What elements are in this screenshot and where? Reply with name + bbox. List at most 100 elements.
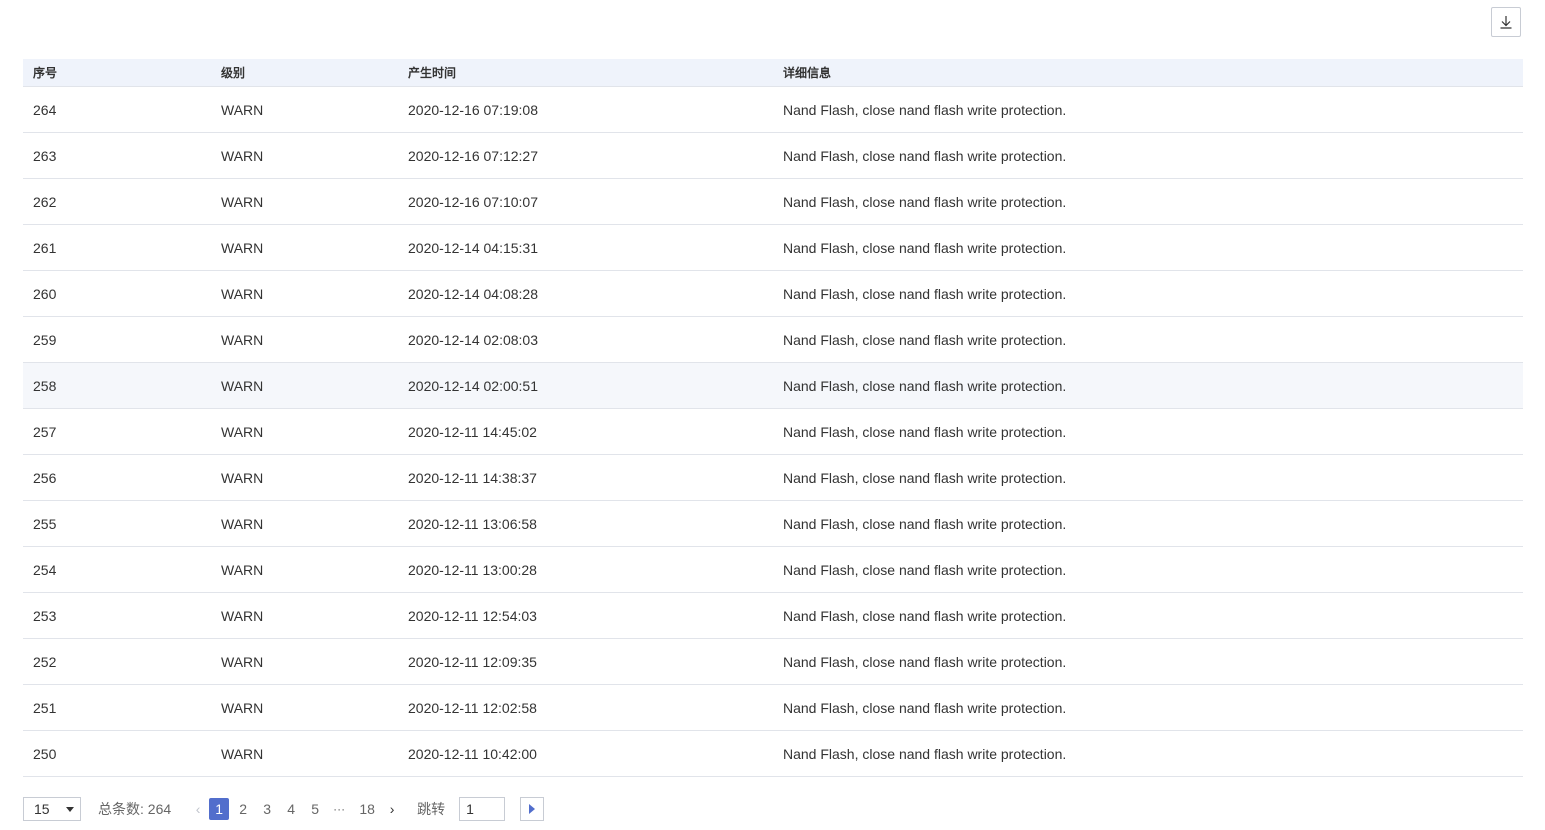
jump-go-button[interactable] [520, 797, 545, 821]
page-button-last[interactable]: 18 [357, 798, 377, 820]
page-button-2[interactable]: 2 [233, 798, 253, 820]
page-button-3[interactable]: 3 [257, 798, 277, 820]
page-button-5[interactable]: 5 [305, 798, 325, 820]
cell-detail: Nand Flash, close nand flash write prote… [773, 454, 1523, 501]
cell-detail: Nand Flash, close nand flash write prote… [773, 316, 1523, 363]
cell-index: 250 [23, 730, 211, 777]
cell-index: 260 [23, 270, 211, 317]
cell-level: WARN [211, 684, 398, 731]
table-row[interactable]: 254 WARN 2020-12-11 13:00:28 Nand Flash, cl… [23, 546, 1523, 593]
cell-time: 2020-12-11 14:45:02 [398, 408, 773, 455]
table-row[interactable]: 252 WARN 2020-12-11 12:09:35 Nand Flash, cl… [23, 638, 1523, 685]
total-count: 总条数: 264 [98, 801, 172, 817]
page-size-value: 15 [34, 801, 50, 817]
table-row[interactable]: 260 WARN 2020-12-14 04:08:28 Nand Flash, cl… [23, 270, 1523, 317]
cell-time: 2020-12-11 12:09:35 [398, 638, 773, 685]
cell-detail: Nand Flash, close nand flash write prote… [773, 132, 1523, 179]
page-ellipsis[interactable]: ··· [329, 802, 349, 816]
table-body: 264 WARN 2020-12-16 07:19:08 Nand Flash, cl… [23, 86, 1523, 777]
cell-index: 253 [23, 592, 211, 639]
cell-index: 257 [23, 408, 211, 455]
table-row[interactable]: 261 WARN 2020-12-14 04:15:31 Nand Flash, cl… [23, 224, 1523, 271]
cell-detail: Nand Flash, close nand flash write prote… [773, 592, 1523, 639]
cell-time: 2020-12-16 07:19:08 [398, 86, 773, 133]
chevron-right-icon[interactable]: › [385, 801, 399, 817]
cell-level: WARN [211, 270, 398, 317]
page-list: 12345 [209, 798, 329, 820]
alarm-log-table: 序号 级别 产生时间 详细信息 264 WARN 2020-12-16 07:19:… [23, 59, 1523, 777]
table-row[interactable]: 262 WARN 2020-12-16 07:10:07 Nand Flash, cl… [23, 178, 1523, 225]
cell-time: 2020-12-14 04:08:28 [398, 270, 773, 317]
table-row[interactable]: 257 WARN 2020-12-11 14:45:02 Nand Flash, cl… [23, 408, 1523, 455]
cell-detail: Nand Flash, close nand flash write prote… [773, 638, 1523, 685]
cell-time: 2020-12-11 10:42:00 [398, 730, 773, 777]
table-row[interactable]: 253 WARN 2020-12-11 12:54:03 Nand Flash, cl… [23, 592, 1523, 639]
cell-detail: Nand Flash, close nand flash write prote… [773, 546, 1523, 593]
cell-level: WARN [211, 362, 398, 409]
cell-index: 252 [23, 638, 211, 685]
cell-time: 2020-12-11 13:06:58 [398, 500, 773, 547]
cell-time: 2020-12-16 07:12:27 [398, 132, 773, 179]
alarm-log-table-container: 序号 级别 产生时间 详细信息 264 WARN 2020-12-16 07:19:… [23, 59, 1523, 777]
table-row[interactable]: 256 WARN 2020-12-11 14:38:37 Nand Flash, cl… [23, 454, 1523, 501]
cell-time: 2020-12-14 02:00:51 [398, 362, 773, 409]
cell-index: 263 [23, 132, 211, 179]
download-icon [1500, 16, 1512, 29]
cell-detail: Nand Flash, close nand flash write prote… [773, 224, 1523, 271]
page-button-4[interactable]: 4 [281, 798, 301, 820]
cell-time: 2020-12-11 14:38:37 [398, 454, 773, 501]
cell-detail: Nand Flash, close nand flash write prote… [773, 500, 1523, 547]
column-header-level[interactable]: 级别 [211, 59, 398, 87]
page-button-1[interactable]: 1 [209, 798, 230, 820]
chevron-left-icon[interactable]: ‹ [191, 801, 205, 817]
cell-level: WARN [211, 638, 398, 685]
cell-time: 2020-12-11 12:54:03 [398, 592, 773, 639]
cell-detail: Nand Flash, close nand flash write prote… [773, 86, 1523, 133]
chevron-down-icon [66, 806, 74, 812]
cell-level: WARN [211, 178, 398, 225]
cell-time: 2020-12-16 07:10:07 [398, 178, 773, 225]
cell-time: 2020-12-14 02:08:03 [398, 316, 773, 363]
table-row[interactable]: 258 WARN 2020-12-14 02:00:51 Nand Flash, cl… [23, 362, 1523, 409]
cell-level: WARN [211, 500, 398, 547]
column-header-detail[interactable]: 详细信息 [773, 59, 1523, 87]
cell-index: 259 [23, 316, 211, 363]
cell-index: 255 [23, 500, 211, 547]
jump-page-input[interactable] [459, 797, 506, 821]
cell-level: WARN [211, 86, 398, 133]
cell-detail: Nand Flash, close nand flash write prote… [773, 684, 1523, 731]
cell-time: 2020-12-14 04:15:31 [398, 224, 773, 271]
cell-time: 2020-12-11 12:02:58 [398, 684, 773, 731]
cell-index: 264 [23, 86, 211, 133]
table-row[interactable]: 263 WARN 2020-12-16 07:12:27 Nand Flash, cl… [23, 132, 1523, 179]
cell-index: 262 [23, 178, 211, 225]
cell-level: WARN [211, 546, 398, 593]
column-header-index[interactable]: 序号 [23, 59, 211, 87]
cell-index: 254 [23, 546, 211, 593]
cell-time: 2020-12-11 13:00:28 [398, 546, 773, 593]
cell-level: WARN [211, 408, 398, 455]
cell-level: WARN [211, 730, 398, 777]
jump-label: 跳转 [417, 801, 446, 817]
pagination: 15 总条数: 264 ‹ 12345 ··· 18 › 跳转 [23, 797, 545, 821]
cell-detail: Nand Flash, close nand flash write prote… [773, 730, 1523, 777]
table-row[interactable]: 259 WARN 2020-12-14 02:08:03 Nand Flash, cl… [23, 316, 1523, 363]
download-button[interactable] [1491, 7, 1521, 37]
cell-level: WARN [211, 132, 398, 179]
cell-index: 251 [23, 684, 211, 731]
page-size-select[interactable]: 15 [23, 797, 81, 821]
table-header-row: 序号 级别 产生时间 详细信息 [23, 59, 1523, 87]
cell-detail: Nand Flash, close nand flash write prote… [773, 270, 1523, 317]
column-header-time[interactable]: 产生时间 [398, 59, 773, 87]
table-row[interactable]: 264 WARN 2020-12-16 07:19:08 Nand Flash, cl… [23, 86, 1523, 133]
cell-level: WARN [211, 592, 398, 639]
cell-level: WARN [211, 224, 398, 271]
play-icon [529, 804, 536, 814]
table-row[interactable]: 255 WARN 2020-12-11 13:06:58 Nand Flash, cl… [23, 500, 1523, 547]
table-row[interactable]: 251 WARN 2020-12-11 12:02:58 Nand Flash, cl… [23, 684, 1523, 731]
cell-level: WARN [211, 316, 398, 363]
cell-detail: Nand Flash, close nand flash write prote… [773, 178, 1523, 225]
cell-detail: Nand Flash, close nand flash write prote… [773, 408, 1523, 455]
cell-index: 258 [23, 362, 211, 409]
table-row[interactable]: 250 WARN 2020-12-11 10:42:00 Nand Flash, cl… [23, 730, 1523, 777]
